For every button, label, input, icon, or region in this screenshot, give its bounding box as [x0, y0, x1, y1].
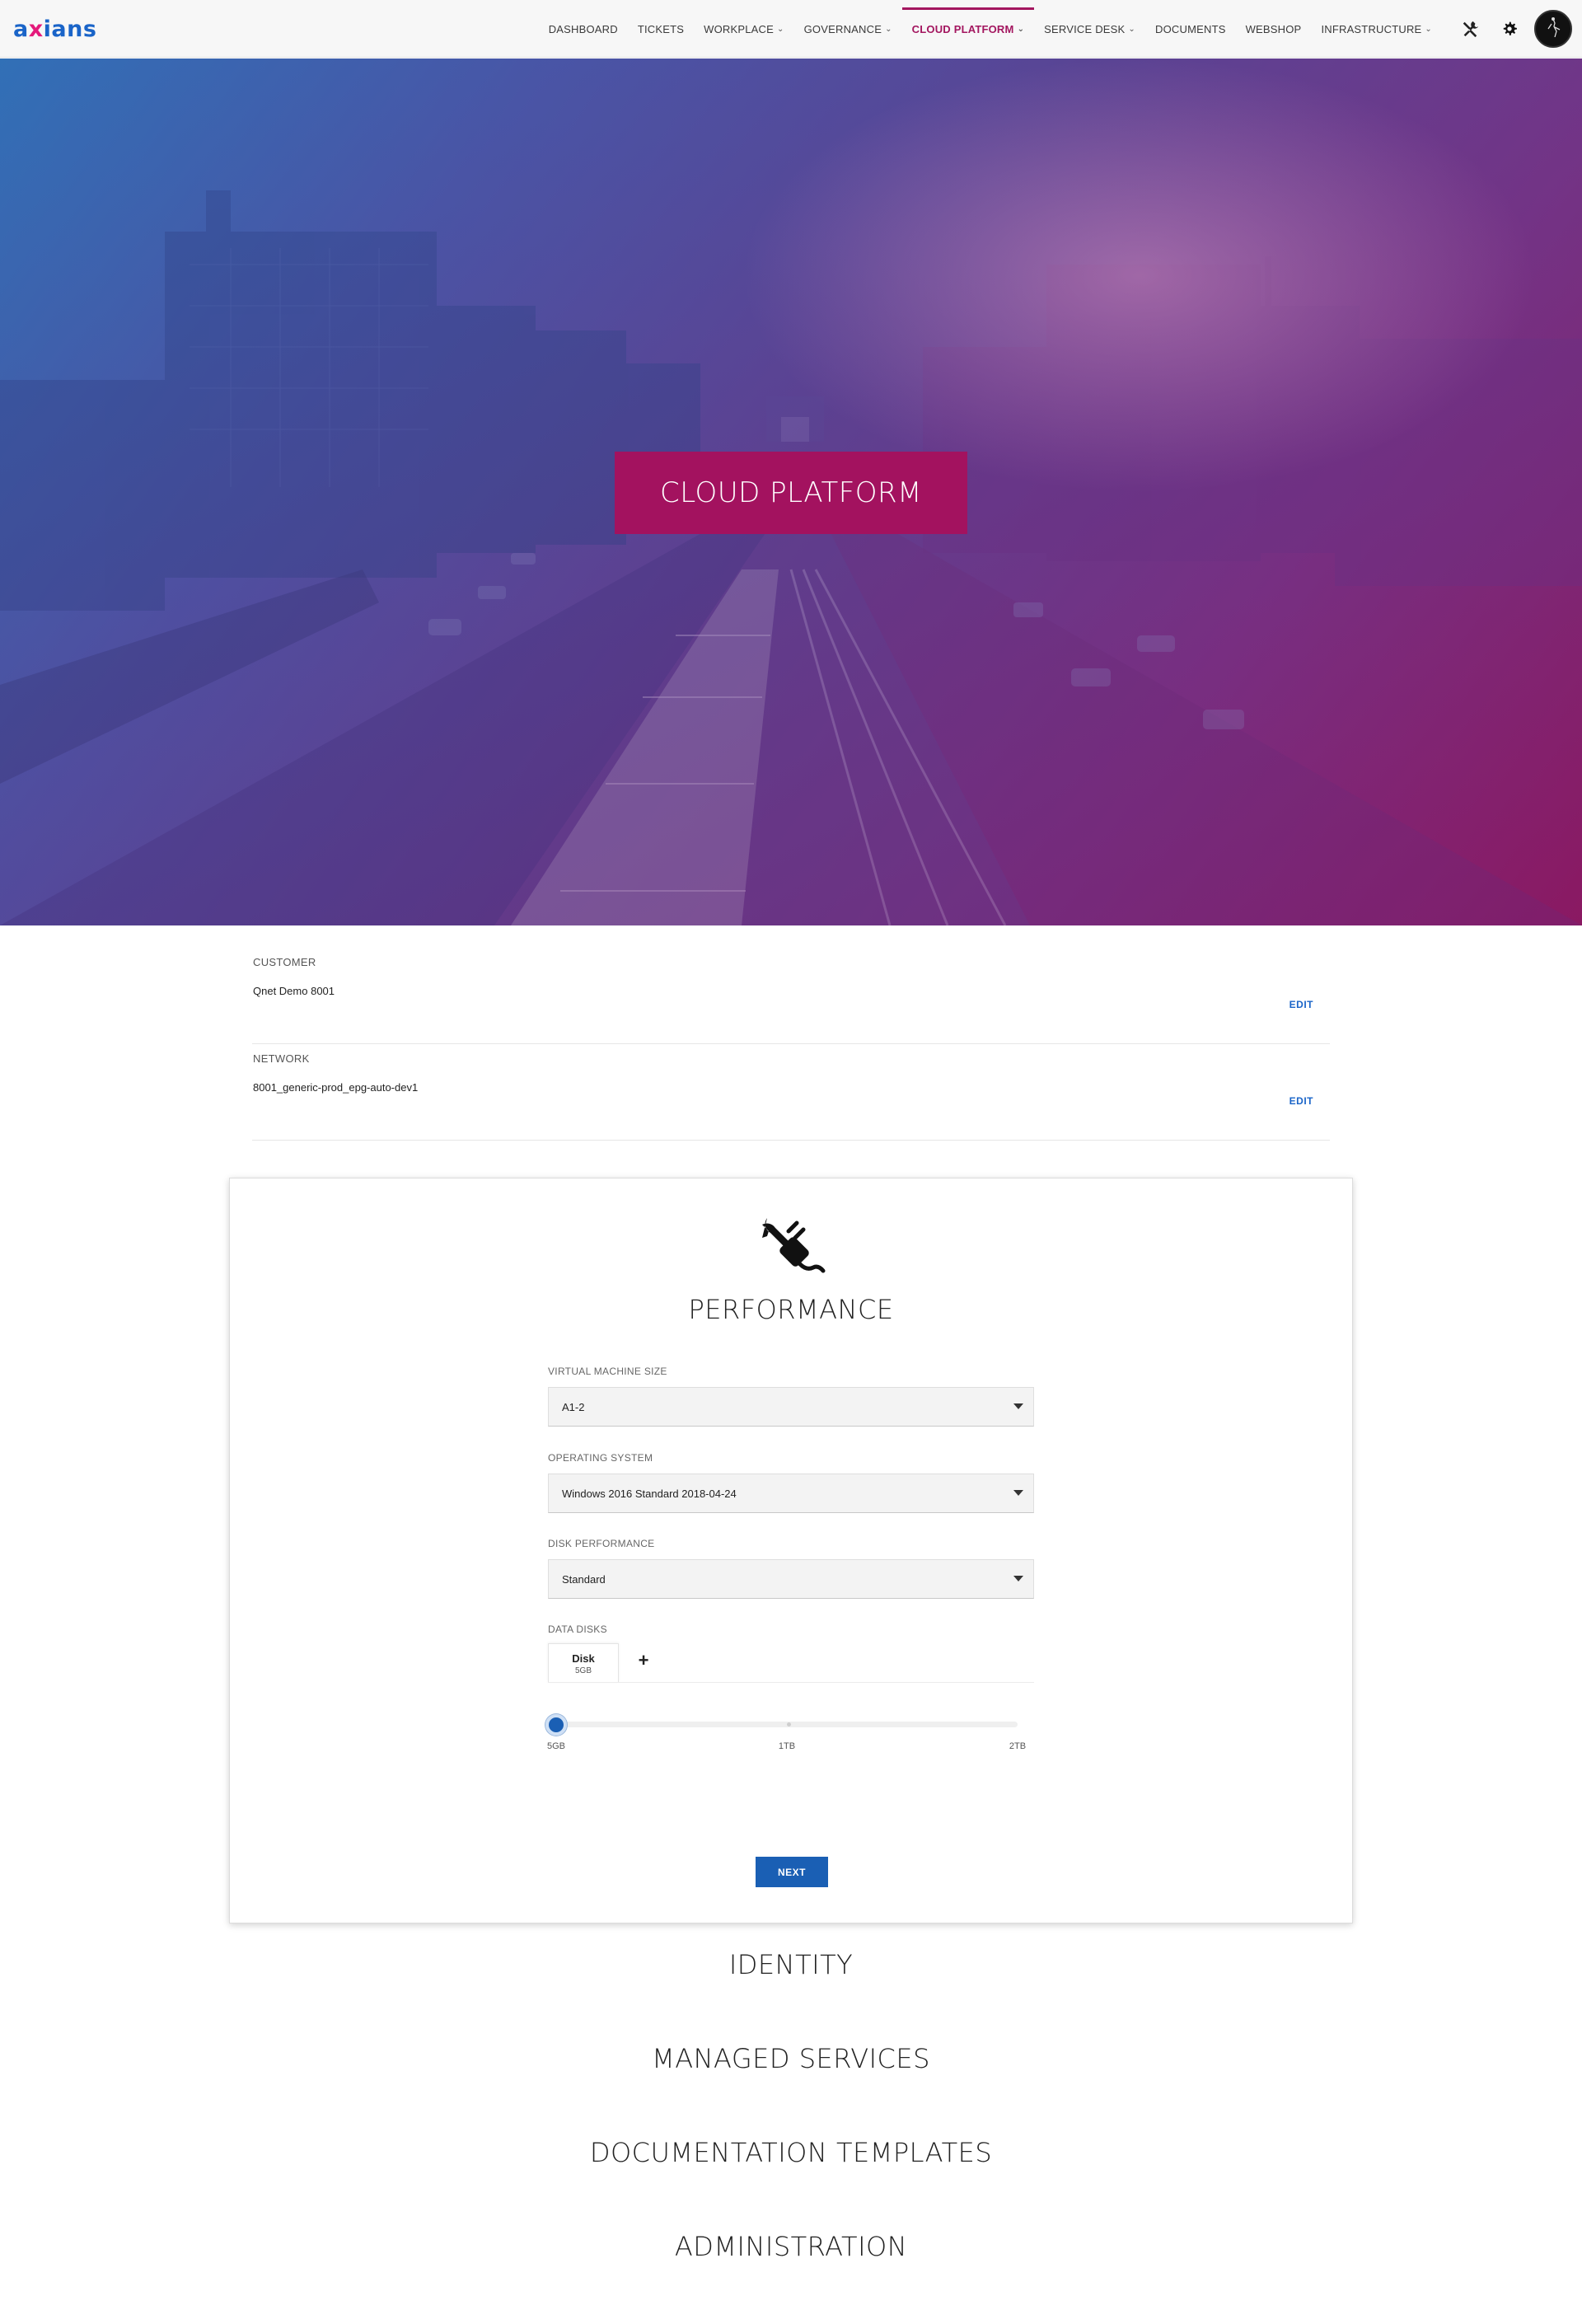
chevron-down-icon: ⌄ — [885, 24, 892, 34]
main-menu: DASHBOARD TICKETS WORKPLACE ⌄ GOVERNANCE ⌄… — [539, 0, 1442, 58]
operating-system-value: Windows 2016 Standard 2018-04-24 — [562, 1487, 737, 1500]
user-avatar[interactable] — [1534, 10, 1572, 48]
slider-min-label: 5GB — [546, 1741, 566, 1751]
disk-tab-name: Disk — [572, 1652, 595, 1665]
nav-item-documents[interactable]: DOCUMENTS — [1145, 0, 1236, 58]
nav-label: WEBSHOP — [1245, 22, 1302, 35]
plug-wrench-icon — [752, 1210, 826, 1284]
nav-item-cloud-platform[interactable]: CLOUD PLATFORM ⌄ — [901, 0, 1035, 58]
customer-row: CUSTOMER Qnet Demo 8001 EDIT — [252, 948, 1330, 1044]
operating-system-select[interactable]: Windows 2016 Standard 2018-04-24 — [548, 1474, 1034, 1513]
nav-item-webshop[interactable]: WEBSHOP — [1236, 0, 1312, 58]
section-administration[interactable]: ADMINISTRATION — [0, 2231, 1582, 2262]
network-row: NETWORK 8001_generic-prod_epg-auto-dev1 … — [252, 1044, 1330, 1141]
nav-item-service-desk[interactable]: SERVICE DESK ⌄ — [1034, 0, 1145, 58]
selection-summary: CUSTOMER Qnet Demo 8001 EDIT NETWORK 800… — [252, 948, 1330, 1141]
nav-item-infrastructure[interactable]: INFRASTRUCTURE ⌄ — [1311, 0, 1442, 58]
data-disks-label: DATA DISKS — [548, 1624, 607, 1635]
edit-customer-link[interactable]: EDIT — [1289, 999, 1313, 1010]
chevron-down-icon: ⌄ — [777, 24, 784, 34]
operating-system-field: OPERATING SYSTEM Windows 2016 Standard 2… — [548, 1452, 1034, 1513]
edit-network-link[interactable]: EDIT — [1289, 1095, 1313, 1107]
logo-text: axians — [13, 16, 97, 42]
disk-performance-select[interactable]: Standard — [548, 1559, 1034, 1599]
vm-size-field: VIRTUAL MACHINE SIZE A1-2 — [548, 1366, 1034, 1427]
nav-item-workplace[interactable]: WORKPLACE ⌄ — [694, 0, 793, 58]
disk-performance-label: DISK PERFORMANCE — [548, 1538, 655, 1549]
disk-tabs: Disk 5GB + — [548, 1642, 1034, 1683]
slider-thumb[interactable] — [545, 1714, 567, 1736]
chevron-down-icon: ⌄ — [1017, 24, 1025, 34]
tab-divider — [548, 1682, 1034, 1683]
operating-system-label: OPERATING SYSTEM — [548, 1452, 653, 1464]
disk-performance-field: DISK PERFORMANCE Standard — [548, 1538, 1034, 1599]
add-disk-button[interactable]: + — [634, 1652, 653, 1671]
slider-mid-label: 1TB — [778, 1741, 796, 1751]
top-navigation-bar: axians DASHBOARD TICKETS WORKPLACE ⌄ GOVE… — [0, 0, 1582, 58]
customer-label: CUSTOMER — [253, 956, 316, 968]
nav-label: DOCUMENTS — [1155, 22, 1226, 35]
nav-label: CLOUD PLATFORM — [911, 22, 1014, 35]
network-label: NETWORK — [253, 1052, 310, 1065]
nav-item-tickets[interactable]: TICKETS — [628, 0, 694, 58]
nav-label: INFRASTRUCTURE — [1321, 22, 1422, 35]
vm-size-value: A1-2 — [562, 1400, 585, 1413]
gear-icon[interactable] — [1490, 0, 1529, 58]
network-value: 8001_generic-prod_epg-auto-dev1 — [253, 1081, 419, 1094]
section-identity[interactable]: IDENTITY — [0, 1949, 1582, 1980]
disk-performance-value: Standard — [562, 1572, 606, 1586]
nav-label: GOVERNANCE — [803, 22, 882, 35]
section-documentation-templates[interactable]: DOCUMENTATION TEMPLATES — [0, 2137, 1582, 2168]
data-disks-field: DATA DISKS Disk 5GB + — [548, 1624, 1034, 1683]
nav-item-governance[interactable]: GOVERNANCE ⌄ — [794, 0, 902, 58]
vm-size-label: VIRTUAL MACHINE SIZE — [548, 1366, 667, 1377]
nav-label: TICKETS — [637, 22, 685, 35]
performance-card: PERFORMANCE VIRTUAL MACHINE SIZE A1-2 OP… — [229, 1178, 1353, 1923]
nav-item-dashboard[interactable]: DASHBOARD — [539, 0, 628, 58]
axians-logo[interactable]: axians — [13, 15, 96, 43]
disk-size-slider[interactable]: 5GB 1TB 2TB — [545, 1714, 1026, 1752]
disk-tab-size: 5GB — [574, 1666, 592, 1675]
hero-title-box: CLOUD PLATFORM — [615, 452, 967, 534]
caret-down-icon — [1013, 1403, 1023, 1409]
section-managed-services[interactable]: MANAGED SERVICES — [0, 2043, 1582, 2074]
slider-max-label: 2TB — [1009, 1741, 1027, 1751]
next-button[interactable]: NEXT — [756, 1857, 828, 1887]
nav-label: DASHBOARD — [548, 22, 618, 35]
chevron-down-icon: ⌄ — [1425, 24, 1432, 34]
page-title: CLOUD PLATFORM — [660, 476, 922, 509]
slider-midpoint — [787, 1722, 791, 1727]
hero-banner: CLOUD PLATFORM — [0, 59, 1582, 925]
nav-tools — [1450, 0, 1582, 58]
disk-tab[interactable]: Disk 5GB — [548, 1643, 619, 1683]
nav-label: WORKPLACE — [704, 22, 775, 35]
performance-title: PERFORMANCE — [688, 1294, 894, 1325]
nav-label: SERVICE DESK — [1044, 22, 1126, 35]
vm-size-select[interactable]: A1-2 — [548, 1387, 1034, 1427]
caret-down-icon — [1013, 1490, 1023, 1496]
chevron-down-icon: ⌄ — [1128, 24, 1135, 34]
customer-value: Qnet Demo 8001 — [253, 985, 335, 997]
caret-down-icon — [1013, 1576, 1023, 1581]
tools-icon[interactable] — [1450, 0, 1490, 58]
